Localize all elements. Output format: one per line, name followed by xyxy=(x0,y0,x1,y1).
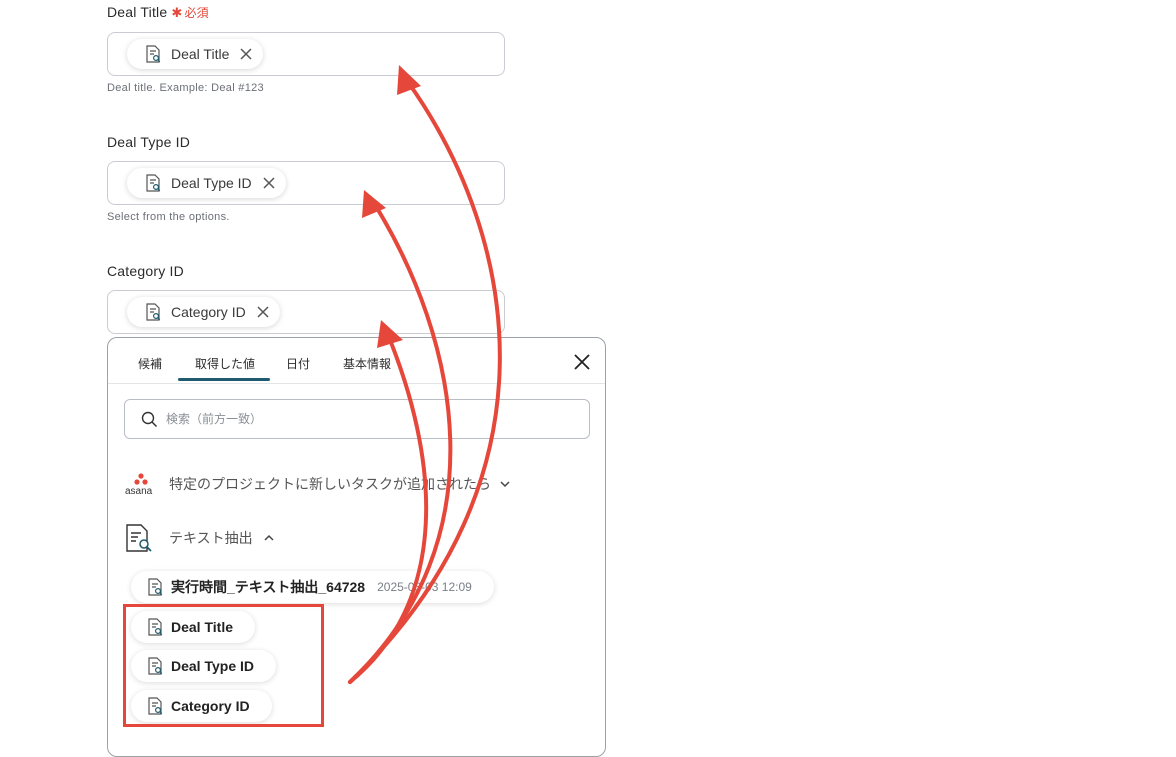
chip-label: Deal Title xyxy=(171,46,230,62)
section-title: 特定のプロジェクトに新しいタスクが追加されたら xyxy=(169,476,491,492)
active-tab-indicator xyxy=(178,378,270,381)
document-search-icon xyxy=(126,524,152,552)
tab-basic-info[interactable]: 基本情報 xyxy=(343,355,391,372)
search-box xyxy=(124,399,590,439)
item-timestamp: 2025-03-03 12:09 xyxy=(377,580,472,594)
chevron-up-icon[interactable] xyxy=(263,532,275,544)
search-input[interactable] xyxy=(164,411,548,427)
document-search-icon xyxy=(148,578,163,596)
annotation-highlight-box xyxy=(123,604,324,727)
close-icon[interactable] xyxy=(256,305,270,319)
category-id-label: Category ID xyxy=(107,263,184,279)
section-text-extract[interactable]: テキスト抽出 xyxy=(124,523,275,553)
item-label: 実行時間_テキスト抽出_64728 xyxy=(171,579,366,595)
search-icon xyxy=(141,411,158,427)
required-asterisk: ✱ xyxy=(171,5,183,20)
document-search-icon xyxy=(146,303,161,321)
deal-type-id-chip[interactable]: Deal Type ID xyxy=(127,168,286,198)
document-search-icon xyxy=(146,45,161,63)
deal-title-help: Deal title. Example: Deal #123 xyxy=(107,82,264,94)
close-icon[interactable] xyxy=(239,47,253,61)
tab-candidates[interactable]: 候補 xyxy=(138,355,162,372)
document-search-icon xyxy=(146,174,161,192)
category-id-chip[interactable]: Category ID xyxy=(127,297,280,327)
deal-title-field[interactable]: Deal Title xyxy=(107,32,505,76)
section-asana[interactable]: asana 特定のプロジェクトに新しいタスクが追加されたら xyxy=(124,472,511,496)
section-title: テキスト抽出 xyxy=(169,530,253,546)
chip-label: Deal Type ID xyxy=(171,175,252,191)
deal-type-id-help: Select from the options. xyxy=(107,211,230,223)
deal-type-id-field[interactable]: Deal Type ID xyxy=(107,161,505,205)
deal-type-id-label: Deal Type ID xyxy=(107,134,191,150)
category-id-field[interactable]: Category ID xyxy=(107,290,505,334)
svg-text:asana: asana xyxy=(125,486,153,496)
chip-label: Category ID xyxy=(171,304,246,320)
deal-title-chip[interactable]: Deal Title xyxy=(127,39,264,69)
popup-tabs: 候補 取得した値 日付 基本情報 xyxy=(108,338,605,384)
tab-acquired-values[interactable]: 取得した値 xyxy=(195,355,255,372)
close-icon[interactable] xyxy=(573,353,591,371)
tab-date[interactable]: 日付 xyxy=(286,355,310,372)
chevron-down-icon[interactable] xyxy=(499,478,511,490)
close-icon[interactable] xyxy=(262,176,276,190)
asana-logo-icon: asana xyxy=(125,473,153,496)
list-item[interactable]: 実行時間_テキスト抽出_64728 2025-03-03 12:09 xyxy=(131,571,494,603)
deal-title-label: Deal Title ✱ 必須 xyxy=(107,4,209,20)
required-text: 必須 xyxy=(184,6,209,20)
